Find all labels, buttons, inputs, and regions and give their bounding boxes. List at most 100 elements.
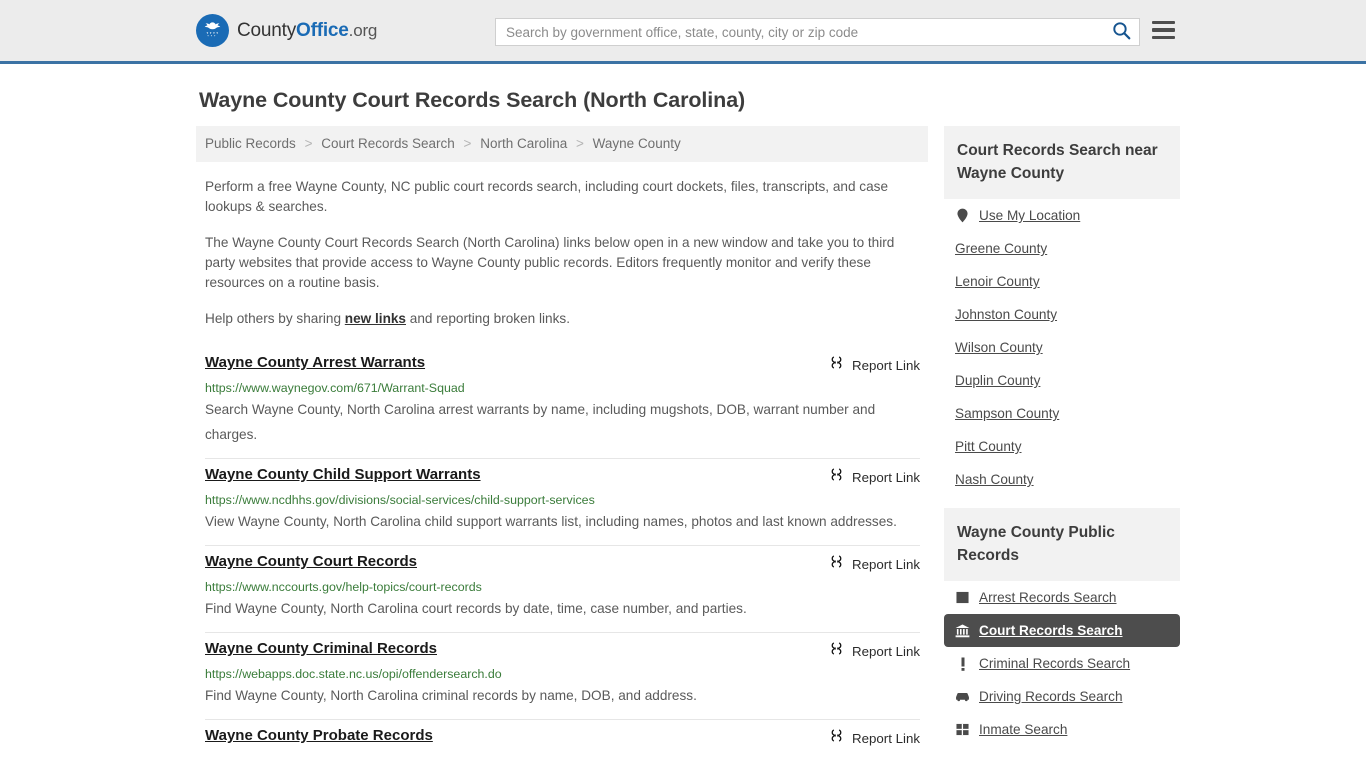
nearby-searches-list: Use My Location Greene County Lenoir Cou… xyxy=(944,199,1180,496)
sidebar-link[interactable]: Johnston County xyxy=(955,307,1057,322)
sidebar-link[interactable]: Criminal Records Search xyxy=(979,656,1130,671)
logo-word-office: Office xyxy=(296,20,349,41)
main-column: Public Records > Court Records Search > … xyxy=(196,126,928,760)
result-header: Wayne County Court Records Report xyxy=(205,552,920,575)
sidebar-link[interactable]: Greene County xyxy=(955,241,1047,256)
jail-window-icon xyxy=(955,722,970,737)
logo-word-county: County xyxy=(237,20,296,41)
report-link-label: Report Link xyxy=(852,644,920,659)
sidebar-link[interactable]: Sampson County xyxy=(955,406,1059,421)
result-item: Wayne County Child Support Warrants xyxy=(205,459,920,546)
site-header: CountyOffice.org xyxy=(0,0,1366,64)
exclamation-icon xyxy=(955,656,970,671)
result-title-link[interactable]: Wayne County Court Records xyxy=(205,552,417,572)
result-header: Wayne County Child Support Warrants xyxy=(205,465,920,488)
report-link-label: Report Link xyxy=(852,557,920,572)
result-title-link[interactable]: Wayne County Child Support Warrants xyxy=(205,465,481,485)
site-logo[interactable]: CountyOffice.org xyxy=(196,14,377,47)
result-url[interactable]: https://www.waynegov.com/671/Warrant-Squ… xyxy=(205,380,920,396)
sidebar-link[interactable]: Pitt County xyxy=(955,439,1022,454)
sidebar-item-pitt-county[interactable]: Pitt County xyxy=(944,430,1180,463)
result-title-link[interactable]: Wayne County Criminal Records xyxy=(205,639,437,659)
sidebar-item-driving-records-search[interactable]: Driving Records Search xyxy=(944,680,1180,713)
report-link-button[interactable]: Report Link xyxy=(828,553,920,575)
sidebar-item-wilson-county[interactable]: Wilson County xyxy=(944,331,1180,364)
intro-p3-after: and reporting broken links. xyxy=(406,311,570,326)
breadcrumb-separator: > xyxy=(464,136,472,151)
sidebar: Court Records Search near Wayne County U… xyxy=(944,126,1180,758)
result-url[interactable]: https://www.ncdhhs.gov/divisions/social-… xyxy=(205,492,920,508)
nearby-searches-box: Court Records Search near Wayne County U… xyxy=(944,126,1180,496)
nearby-searches-heading: Court Records Search near Wayne County xyxy=(944,126,1180,199)
sidebar-item-use-my-location[interactable]: Use My Location xyxy=(944,199,1180,232)
report-link-button[interactable]: Report Link xyxy=(828,640,920,662)
breadcrumb-separator: > xyxy=(576,136,584,151)
intro-paragraph-2: The Wayne County Court Records Search (N… xyxy=(205,233,920,293)
search-input[interactable] xyxy=(496,19,1108,45)
eagle-shield-icon xyxy=(196,14,229,47)
breadcrumb: Public Records > Court Records Search > … xyxy=(196,126,928,162)
sidebar-item-inmate-search[interactable]: Inmate Search xyxy=(944,713,1180,746)
intro-p3-before: Help others by sharing xyxy=(205,311,345,326)
sidebar-link[interactable]: Inmate Search xyxy=(979,722,1067,737)
intro-paragraph-3: Help others by sharing new links and rep… xyxy=(205,309,920,329)
hamburger-bar-3 xyxy=(1152,36,1175,39)
sidebar-item-greene-county[interactable]: Greene County xyxy=(944,232,1180,265)
sidebar-item-duplin-county[interactable]: Duplin County xyxy=(944,364,1180,397)
result-url[interactable]: https://www.nccourts.gov/help-topics/cou… xyxy=(205,579,920,595)
result-description: Find Wayne County, North Carolina court … xyxy=(205,596,920,621)
report-link-button[interactable]: Report Link xyxy=(828,354,920,376)
search-bar xyxy=(495,18,1140,46)
sidebar-item-court-records-search[interactable]: Court Records Search xyxy=(944,614,1180,647)
hamburger-bar-2 xyxy=(1152,28,1175,31)
sidebar-link[interactable]: Court Records Search xyxy=(979,623,1123,638)
result-title-link[interactable]: Wayne County Probate Records xyxy=(205,726,433,746)
new-links-link[interactable]: new links xyxy=(345,311,406,326)
logo-wordmark: CountyOffice.org xyxy=(237,20,377,42)
breadcrumb-item-wayne-county[interactable]: Wayne County xyxy=(593,136,681,151)
report-link-label: Report Link xyxy=(852,358,920,373)
breadcrumb-item-public-records[interactable]: Public Records xyxy=(205,136,296,151)
sidebar-link[interactable]: Driving Records Search xyxy=(979,689,1123,704)
report-link-label: Report Link xyxy=(852,470,920,485)
hamburger-menu-icon[interactable] xyxy=(1152,21,1175,39)
broken-link-icon xyxy=(828,727,845,749)
search-button[interactable] xyxy=(1108,21,1139,43)
result-item: Wayne County Criminal Records Rep xyxy=(205,633,920,720)
broken-link-icon xyxy=(828,354,845,376)
sidebar-link[interactable]: Lenoir County xyxy=(955,274,1040,289)
sidebar-link[interactable]: Arrest Records Search xyxy=(979,590,1117,605)
public-records-list: Arrest Records Search xyxy=(944,581,1180,746)
broken-link-icon xyxy=(828,466,845,488)
result-description: View Wayne County, North Carolina child … xyxy=(205,509,920,534)
result-description: Find Wayne County, North Carolina crimin… xyxy=(205,683,920,708)
report-link-label: Report Link xyxy=(852,731,920,746)
sidebar-link[interactable]: Nash County xyxy=(955,472,1034,487)
sidebar-item-lenoir-county[interactable]: Lenoir County xyxy=(944,265,1180,298)
courthouse-icon xyxy=(955,623,970,638)
report-link-button[interactable]: Report Link xyxy=(828,466,920,488)
result-item: Wayne County Court Records Report xyxy=(205,546,920,633)
sidebar-link[interactable]: Duplin County xyxy=(955,373,1040,388)
result-url[interactable]: https://webapps.doc.state.nc.us/opi/offe… xyxy=(205,666,920,682)
public-records-heading: Wayne County Public Records xyxy=(944,508,1180,581)
broken-link-icon xyxy=(828,553,845,575)
sidebar-item-criminal-records-search[interactable]: Criminal Records Search xyxy=(944,647,1180,680)
breadcrumb-item-north-carolina[interactable]: North Carolina xyxy=(480,136,567,151)
result-title-link[interactable]: Wayne County Arrest Warrants xyxy=(205,353,425,373)
page-body: Wayne County Court Records Search (North… xyxy=(0,88,1366,760)
sidebar-item-johnston-county[interactable]: Johnston County xyxy=(944,298,1180,331)
result-item: Wayne County Probate Records Repo xyxy=(205,720,920,760)
result-header: Wayne County Criminal Records Rep xyxy=(205,639,920,662)
breadcrumb-item-court-records-search[interactable]: Court Records Search xyxy=(321,136,455,151)
sidebar-item-sampson-county[interactable]: Sampson County xyxy=(944,397,1180,430)
fingerprint-card-icon xyxy=(955,590,970,605)
report-link-button[interactable]: Report Link xyxy=(828,727,920,749)
intro-text: Perform a free Wayne County, NC public c… xyxy=(196,177,928,329)
result-description: Search Wayne County, North Carolina arre… xyxy=(205,397,920,447)
sidebar-link[interactable]: Wilson County xyxy=(955,340,1043,355)
results-list: Wayne County Arrest Warrants xyxy=(196,347,928,760)
sidebar-link[interactable]: Use My Location xyxy=(979,208,1080,223)
sidebar-item-arrest-records-search[interactable]: Arrest Records Search xyxy=(944,581,1180,614)
sidebar-item-nash-county[interactable]: Nash County xyxy=(944,463,1180,496)
